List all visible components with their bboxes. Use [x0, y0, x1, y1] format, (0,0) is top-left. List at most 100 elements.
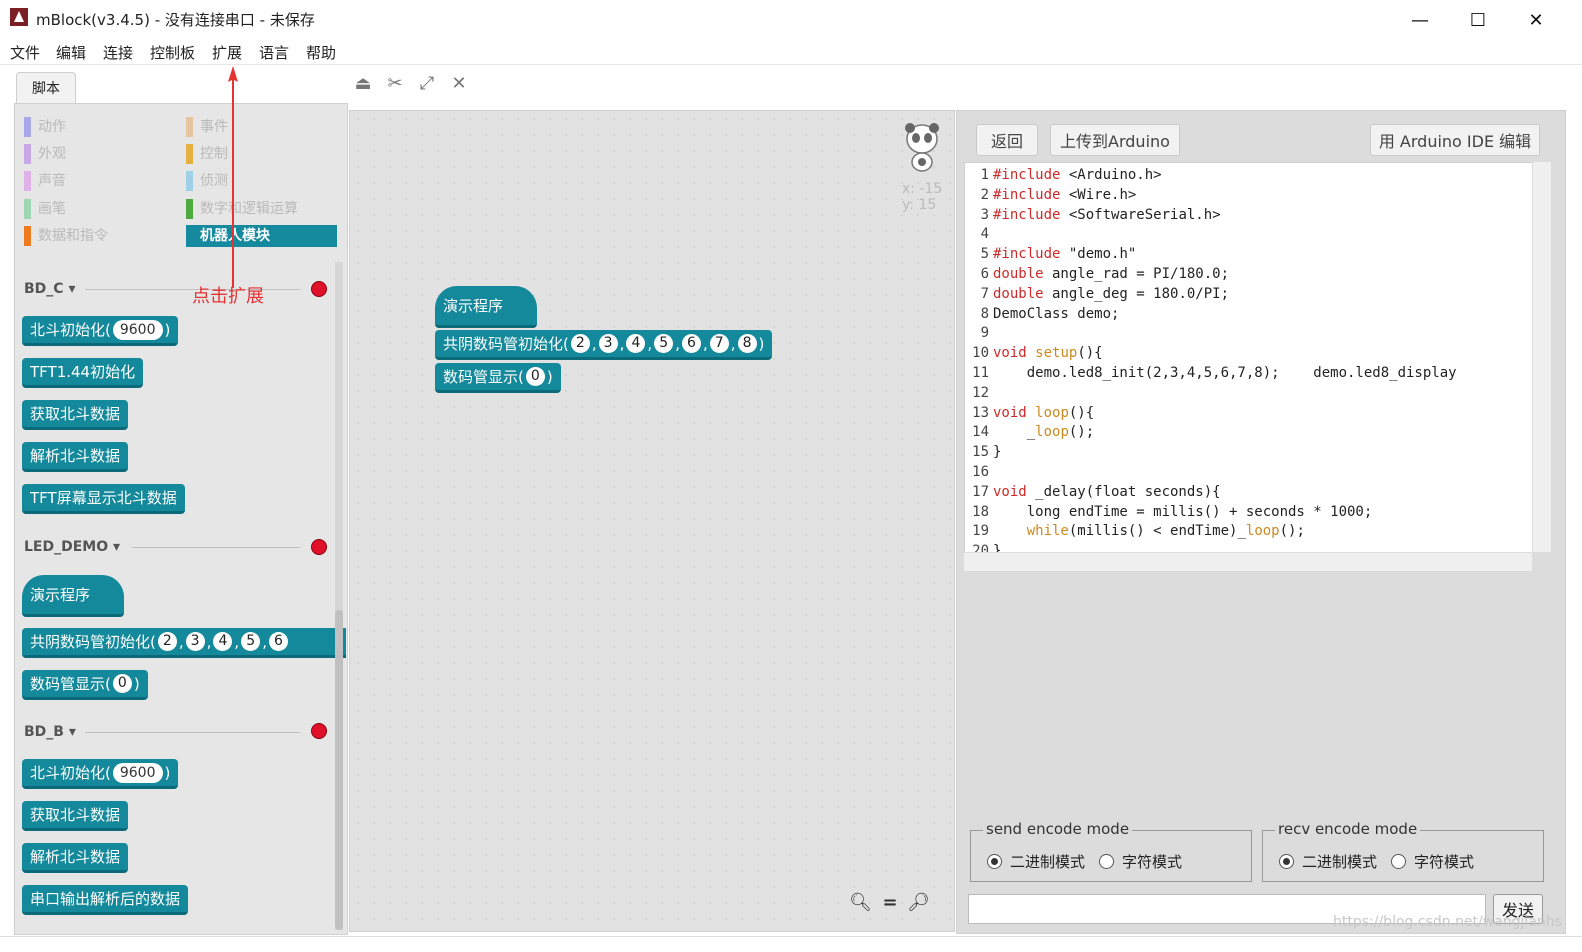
menu-board[interactable]: 控制板	[150, 42, 195, 63]
display-value-input[interactable]: 0	[112, 674, 132, 693]
pin-input[interactable]: 6	[681, 334, 701, 353]
category-sensing[interactable]: 侦测	[186, 170, 228, 192]
category-looks[interactable]: 外观	[24, 143, 66, 165]
block-serial-output[interactable]: 串口输出解析后的数据	[22, 885, 189, 915]
category-pen[interactable]: 画笔	[24, 198, 66, 220]
stamp-icon[interactable]: ⏏	[353, 73, 373, 94]
tab-scripts[interactable]: 脚本	[16, 72, 76, 103]
category-robots[interactable]: 机器人模块	[186, 225, 337, 247]
minimize-button[interactable]: —	[1397, 6, 1443, 34]
code-token: <Arduino.h>	[1060, 167, 1162, 183]
pin-input[interactable]: 7	[709, 334, 729, 353]
pin-input[interactable]: 3	[185, 632, 205, 651]
block-get-data[interactable]: 获取北斗数据	[22, 400, 129, 430]
radio-dot-icon	[987, 854, 1002, 869]
block-led-init[interactable]: 共阴数码管初始化(2, 3, 4, 5, 6	[22, 628, 346, 658]
close-button[interactable]: ✕	[1513, 6, 1559, 34]
script-canvas[interactable]	[349, 110, 955, 932]
menu-connect[interactable]: 连接	[103, 42, 133, 63]
block-led-display[interactable]: 数码管显示(0)	[22, 670, 148, 700]
canvas-block-led-init[interactable]: 共阴数码管初始化(2, 3, 4, 5, 6, 7, 8)	[435, 330, 773, 360]
pin-input[interactable]: 8	[737, 334, 757, 353]
category-motion[interactable]: 动作	[24, 116, 66, 138]
line-number: 17	[972, 483, 989, 500]
category-sound[interactable]: 声音	[24, 170, 66, 192]
code-token: DemoClass demo;	[993, 305, 1120, 322]
baud-input[interactable]: 9600	[112, 762, 163, 783]
block-parse-data[interactable]: 解析北斗数据	[22, 843, 129, 873]
menu-edit[interactable]: 编辑	[56, 42, 86, 63]
code-token: _	[993, 424, 1036, 441]
code-token: _delay(float seconds){	[1026, 483, 1221, 500]
radio-label: 字符模式	[1414, 853, 1475, 871]
pin-input[interactable]: 4	[626, 334, 646, 353]
block-label: 数码管显示(	[443, 367, 524, 386]
upload-arduino-button[interactable]: 上传到Arduino	[1050, 124, 1180, 156]
block-demo-hat[interactable]: 演示程序	[22, 575, 124, 617]
code-token: #include	[993, 206, 1061, 223]
radio-dot-icon	[1391, 854, 1406, 869]
send-encode-mode-group: send encode mode 二进制模式 字符模式	[970, 820, 1252, 882]
section-bd-b-header[interactable]: BD_B ▾	[24, 724, 76, 740]
display-value-input[interactable]: 0	[525, 367, 545, 386]
recv-char-radio[interactable]: 字符模式	[1391, 851, 1474, 872]
code-token: (){	[1068, 404, 1095, 421]
pin-input[interactable]: 5	[241, 632, 261, 651]
zoom-reset-icon[interactable]: =	[879, 892, 901, 914]
pin-input[interactable]: 6	[268, 632, 288, 651]
code-token: long endTime = millis() + seconds * 1000…	[993, 503, 1373, 520]
code-horizontal-scrollbar[interactable]	[964, 552, 1532, 571]
baud-input[interactable]: 9600	[112, 319, 163, 340]
menu-file[interactable]: 文件	[10, 42, 40, 63]
section-led-demo-header[interactable]: LED_DEMO ▾	[24, 539, 120, 555]
category-label: 画笔	[38, 201, 66, 217]
scissors-icon[interactable]: ✂	[385, 73, 405, 94]
pin-input[interactable]: 2	[157, 632, 177, 651]
menu-language[interactable]: 语言	[259, 42, 289, 63]
block-parse-data[interactable]: 解析北斗数据	[22, 442, 129, 472]
palette-scroll-thumb[interactable]	[335, 610, 343, 930]
menu-help[interactable]: 帮助	[306, 42, 336, 63]
category-control[interactable]: 控制	[186, 143, 228, 165]
code-token: <Wire.h>	[1060, 186, 1137, 203]
block-bd-init[interactable]: 北斗初始化(9600)	[22, 759, 179, 789]
block-tft-init[interactable]: TFT1.44初始化	[22, 358, 144, 388]
canvas-block-demo-hat[interactable]: 演示程序	[435, 286, 537, 328]
pin-input[interactable]: 5	[654, 334, 674, 353]
block-tft-display[interactable]: TFT屏幕显示北斗数据	[22, 484, 185, 514]
code-line: 7 double angle_deg = 180.0/PI;	[965, 284, 1229, 304]
canvas-block-led-display[interactable]: 数码管显示(0)	[435, 363, 561, 393]
line-number: 5	[980, 246, 989, 263]
recv-binary-radio[interactable]: 二进制模式	[1279, 851, 1377, 872]
menu-extensions[interactable]: 扩展	[212, 42, 242, 63]
pin-input[interactable]: 3	[598, 334, 618, 353]
block-get-data[interactable]: 获取北斗数据	[22, 801, 129, 831]
category-events[interactable]: 事件	[186, 116, 228, 138]
code-vertical-scrollbar[interactable]	[1532, 162, 1551, 552]
code-line: 2 #include <Wire.h>	[965, 185, 1137, 205]
line-number: 12	[972, 384, 989, 401]
category-data[interactable]: 数据和指令	[24, 225, 108, 247]
pin-input[interactable]: 2	[570, 334, 590, 353]
section-title: LED_DEMO	[24, 539, 109, 555]
shrink-icon[interactable]: ✕	[449, 73, 469, 94]
send-binary-radio[interactable]: 二进制模式	[987, 851, 1085, 872]
edit-in-arduino-ide-button[interactable]: 用 Arduino IDE 编辑	[1370, 124, 1540, 156]
menu-bar: 文件 编辑 连接 控制板 扩展 语言 帮助	[0, 38, 1582, 65]
zoom-out-icon[interactable]: 🔍︎	[849, 892, 872, 914]
category-operators[interactable]: 数字和逻辑运算	[186, 198, 298, 220]
section-bd-c-header[interactable]: BD_C ▾	[24, 281, 75, 297]
back-button[interactable]: 返回	[976, 124, 1038, 156]
maximize-button[interactable]: ☐	[1455, 6, 1501, 34]
pin-input[interactable]: 4	[213, 632, 233, 651]
zoom-in-icon[interactable]: 🔎︎	[907, 892, 930, 914]
block-bd-init[interactable]: 北斗初始化(9600)	[22, 316, 179, 346]
window-title: mBlock(v3.4.5) - 没有连接串口 - 未保存	[36, 11, 315, 29]
line-number: 19	[972, 523, 989, 540]
grow-icon[interactable]: ⤢	[417, 73, 437, 94]
code-line: 8 DemoClass demo;	[965, 304, 1120, 324]
send-char-radio[interactable]: 字符模式	[1099, 851, 1182, 872]
code-editor[interactable]: 1 #include <Arduino.h> 2 #include <Wire.h> 3…	[964, 162, 1534, 554]
